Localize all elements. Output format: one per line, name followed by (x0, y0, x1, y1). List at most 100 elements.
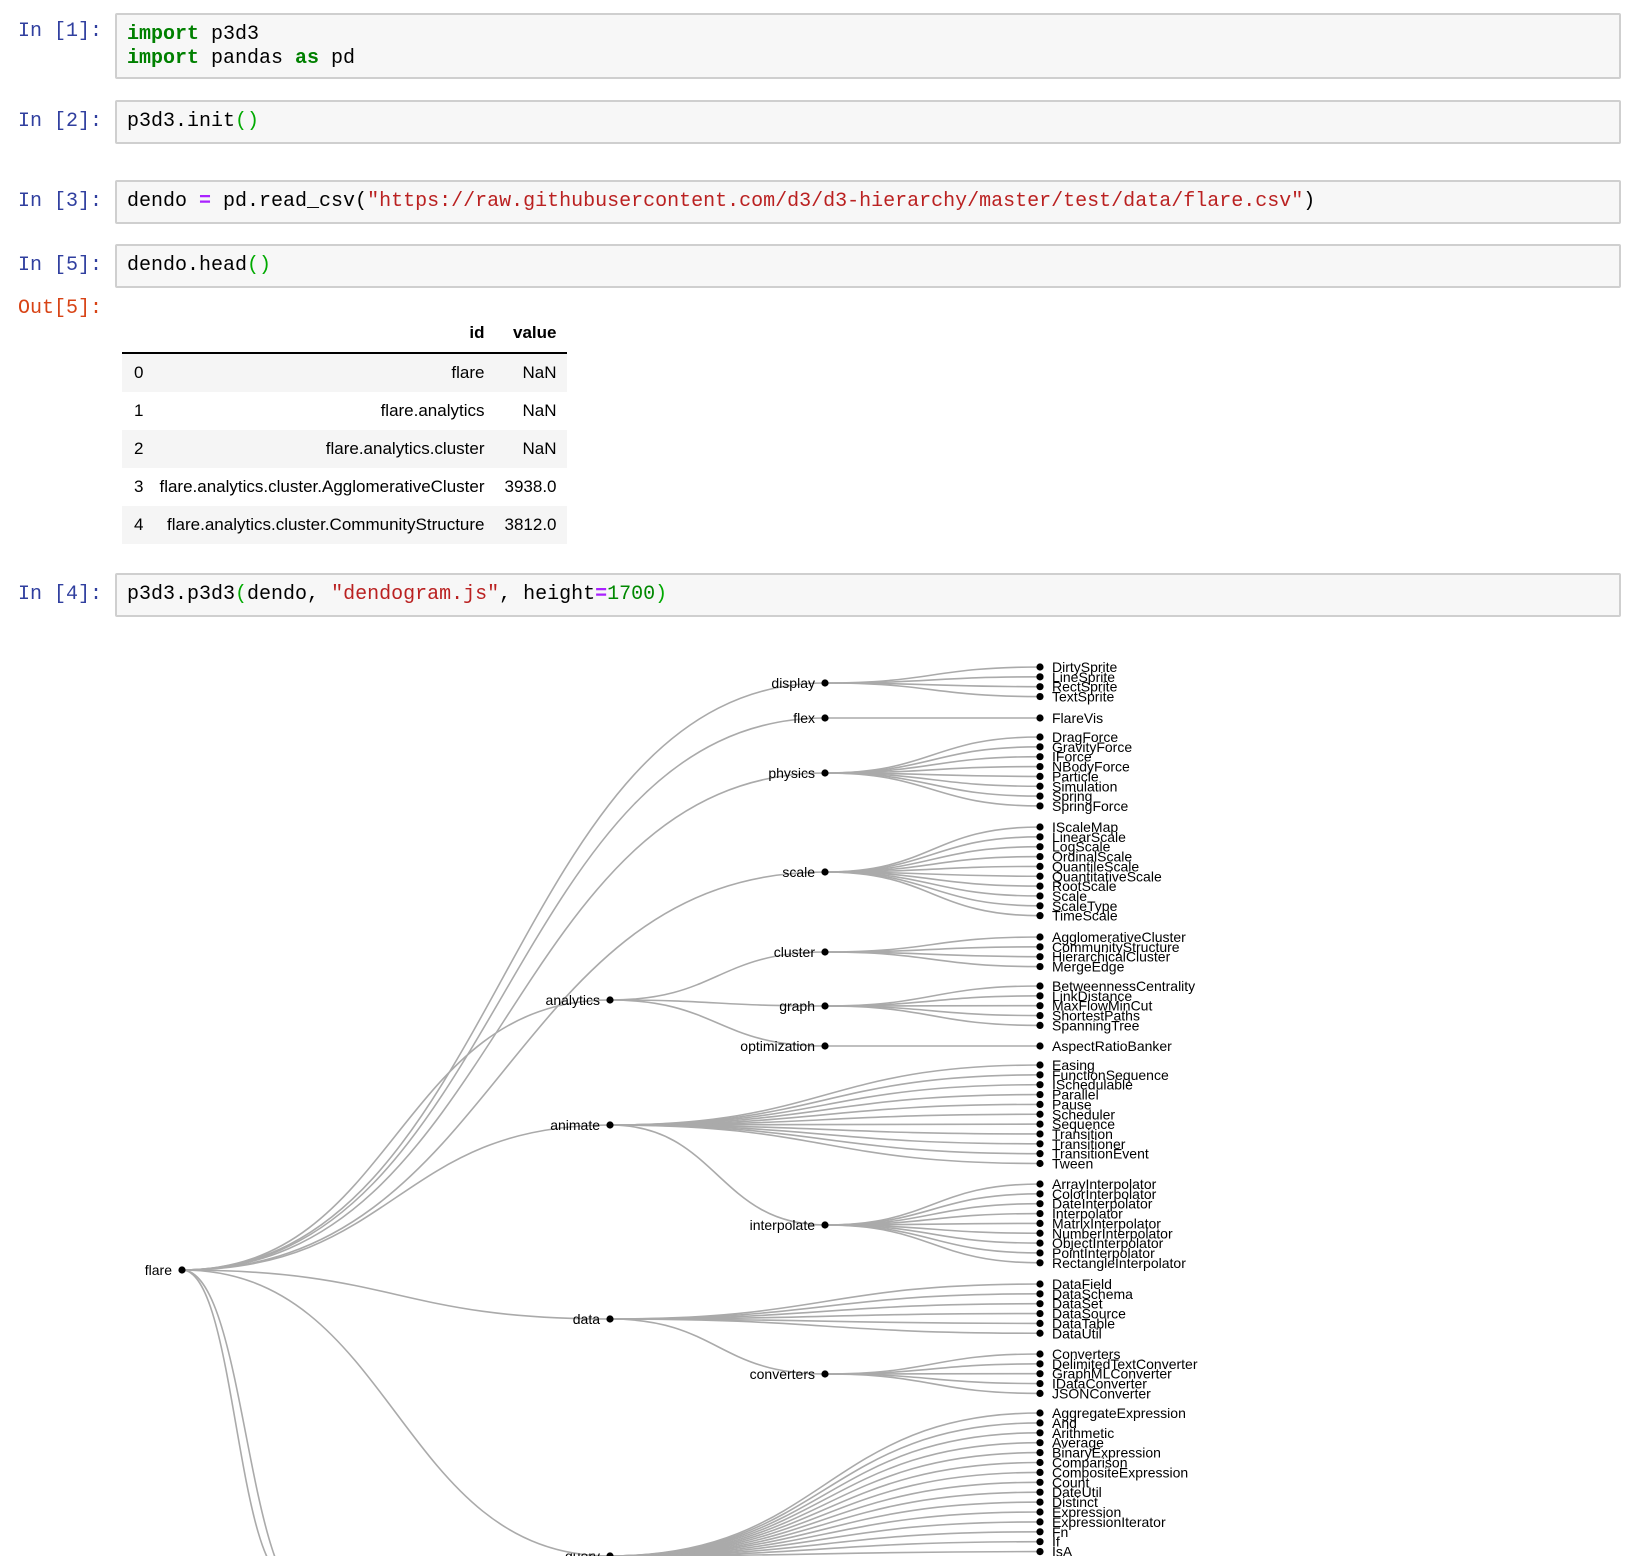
tree-node (1036, 1518, 1044, 1526)
code-line: import p3d3 (127, 23, 260, 46)
tree-node (1036, 1309, 1044, 1318)
tree-node (1036, 743, 1044, 751)
tree-node (606, 1315, 614, 1323)
tree-leaf-label: AspectRatioBanker (1052, 1038, 1172, 1054)
tree-node (1036, 1458, 1044, 1467)
height-arg: 1700 (607, 583, 656, 606)
tree-node (1036, 673, 1044, 681)
tree-node (821, 868, 829, 876)
tree-node (1036, 733, 1044, 741)
tree-node (1036, 1429, 1044, 1437)
tree-node (1036, 714, 1044, 722)
js-file-arg: "dendogram.js" (331, 583, 500, 606)
tree-link (824, 871, 1041, 907)
code-line: import pandas as pd (127, 47, 356, 70)
cell-3-input[interactable]: dendo = pd.read_csv("https://raw.githubu… (115, 180, 1621, 224)
tree-node (1036, 882, 1044, 890)
tree-link (609, 1481, 1041, 1556)
tree-node (1036, 1350, 1044, 1358)
tree-leaf-label: MergeEdge (1052, 959, 1125, 975)
tree-node (1036, 1468, 1044, 1476)
tree-link (824, 1193, 1041, 1226)
tree-link (609, 1074, 1041, 1126)
tree-node (1036, 862, 1044, 870)
cell-value: NaN (522, 439, 557, 458)
tree-node (821, 1042, 829, 1050)
cell-5-input[interactable]: p3d3.p3d3(dendo, "dendogram.js", height=… (115, 573, 1621, 617)
tree-node (1036, 782, 1044, 790)
dendrogram-output: DirtySpriteLineSpriteRectSpriteTextSprit… (145, 659, 1198, 1556)
tree-node (1036, 1239, 1044, 1247)
tree-link (609, 1293, 1041, 1320)
tree-link (181, 999, 611, 1271)
table-row: 0 flare NaN (122, 353, 567, 392)
tree-link (181, 1269, 268, 1556)
tree-node (1036, 1042, 1044, 1050)
tree-link (181, 1269, 611, 1320)
tree-node (1036, 1159, 1044, 1168)
tree-node (1036, 1259, 1044, 1267)
tree-node (1036, 762, 1044, 771)
code-line: dendo.head() (127, 254, 272, 277)
tree-leaf-label: Tween (1052, 1156, 1093, 1172)
tree-node (1036, 1488, 1044, 1496)
tree-node (1036, 1021, 1044, 1029)
cell-id: flare.analytics (380, 401, 485, 420)
tree-node (1036, 1090, 1044, 1099)
tree-node (606, 996, 614, 1004)
tree-node (1036, 1180, 1044, 1188)
tree-node (1036, 1061, 1044, 1069)
tree-link (181, 717, 826, 1271)
tree-node (1036, 1071, 1044, 1079)
tree-node (1036, 912, 1044, 920)
tree-link (824, 865, 1041, 873)
tree-link (824, 1224, 1041, 1244)
tree-node (1036, 772, 1044, 780)
tree-node (1036, 1409, 1044, 1417)
tree-node (821, 769, 829, 777)
tree-node (1036, 792, 1044, 800)
cell-2-prompt: In [2]: (18, 110, 103, 133)
tree-link (824, 676, 1041, 684)
tree-leaf-label: JSONConverter (1052, 1385, 1151, 1401)
cell-value: NaN (522, 363, 557, 382)
tree-node (1036, 1548, 1044, 1556)
cell-4-input[interactable]: dendo.head() (115, 244, 1621, 288)
tree-link (824, 995, 1041, 1007)
tree-node (1036, 1439, 1044, 1447)
row-index: 2 (134, 439, 144, 458)
tree-node (1036, 892, 1044, 900)
tree-node-label: display (771, 675, 815, 691)
tree-node-label: flare (145, 1262, 172, 1278)
tree-node (1036, 1249, 1044, 1257)
tree-leaf-label: SpringForce (1052, 798, 1128, 814)
tree-node-label: converters (750, 1366, 815, 1382)
tree-node (1036, 823, 1044, 831)
code-line: p3d3.init() (127, 110, 260, 133)
cell-id: flare.analytics.cluster.AgglomerativeClu… (159, 477, 485, 496)
tree-node (1036, 692, 1044, 701)
tree-node (1036, 802, 1044, 810)
cell-2-input[interactable]: p3d3.init() (115, 100, 1621, 144)
tree-node (1036, 933, 1044, 941)
tree-node (1036, 1140, 1044, 1148)
tree-leaf-label: TimeScale (1052, 908, 1118, 924)
cell-4-prompt: In [5]: (18, 254, 103, 277)
tree-node (1036, 1528, 1044, 1536)
tree-node (821, 1002, 829, 1010)
tree-leaf-label: SpanningTree (1052, 1017, 1140, 1033)
tree-node (1036, 1150, 1044, 1158)
tree-link (824, 1224, 1041, 1264)
tree-node-label: cluster (774, 944, 816, 960)
tree-node (1036, 962, 1044, 971)
cell-1-input[interactable]: import p3d3 import pandas as pd (115, 13, 1621, 79)
tree-link (824, 845, 1041, 873)
tree-node (821, 948, 829, 956)
tree-leaf-label: ExpressionIterator (1052, 1514, 1166, 1530)
tree-node (821, 1221, 829, 1229)
tree-leaf-label: RectangleInterpolator (1052, 1255, 1186, 1271)
tree-node-label: animate (550, 1117, 600, 1133)
tree-node-label: scale (782, 864, 815, 880)
column-header-value: value (494, 314, 567, 354)
tree-leaf-label: TextSprite (1052, 689, 1114, 705)
